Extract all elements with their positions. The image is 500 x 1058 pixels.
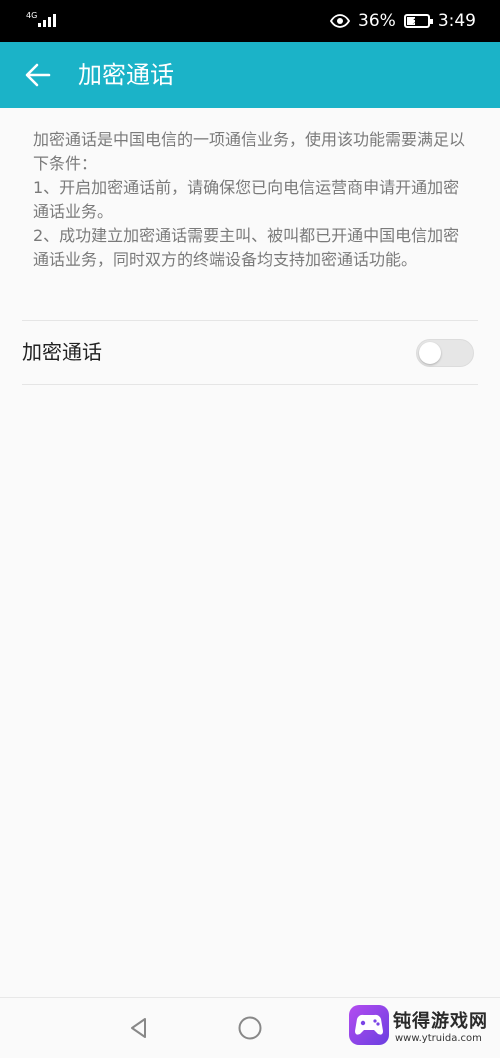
encrypted-call-setting-row[interactable]: 加密通话 bbox=[0, 321, 500, 384]
toggle-knob bbox=[419, 342, 441, 364]
watermark-logo-icon bbox=[349, 1005, 389, 1045]
battery-percent: 36% bbox=[358, 11, 396, 31]
clock-time: 3:49 bbox=[437, 11, 476, 31]
signal-bars-icon bbox=[38, 14, 56, 27]
signal-indicator: 4G bbox=[26, 10, 56, 27]
nav-back-button[interactable] bbox=[115, 1004, 163, 1052]
home-circle-icon bbox=[238, 1016, 262, 1040]
charging-icon: ⚡ bbox=[411, 14, 420, 27]
app-bar: 加密通话 bbox=[0, 42, 500, 108]
page-title: 加密通话 bbox=[78, 61, 174, 89]
watermark-url: www.ytruida.com bbox=[395, 1033, 482, 1044]
back-button[interactable] bbox=[14, 51, 62, 99]
status-bar: 4G 36% ⚡ 3:49 bbox=[0, 0, 500, 42]
watermark-title: 钝得游戏网 bbox=[393, 1011, 488, 1032]
divider bbox=[22, 384, 478, 385]
watermark: 钝得游戏网 www.ytruida.com bbox=[349, 1001, 494, 1051]
eye-icon bbox=[330, 14, 351, 28]
encrypted-call-toggle[interactable] bbox=[416, 339, 474, 367]
status-right: 36% ⚡ 3:49 bbox=[330, 0, 476, 42]
nav-home-button[interactable] bbox=[226, 1004, 274, 1052]
feature-description: 加密通话是中国电信的一项通信业务，使用该功能需要满足以下条件： 1、开启加密通话… bbox=[33, 130, 466, 269]
back-triangle-icon bbox=[131, 1018, 146, 1038]
network-type-label: 4G bbox=[26, 11, 38, 20]
arrow-left-icon bbox=[25, 63, 51, 87]
setting-label: 加密通话 bbox=[22, 340, 102, 364]
battery-icon: ⚡ bbox=[403, 14, 433, 28]
